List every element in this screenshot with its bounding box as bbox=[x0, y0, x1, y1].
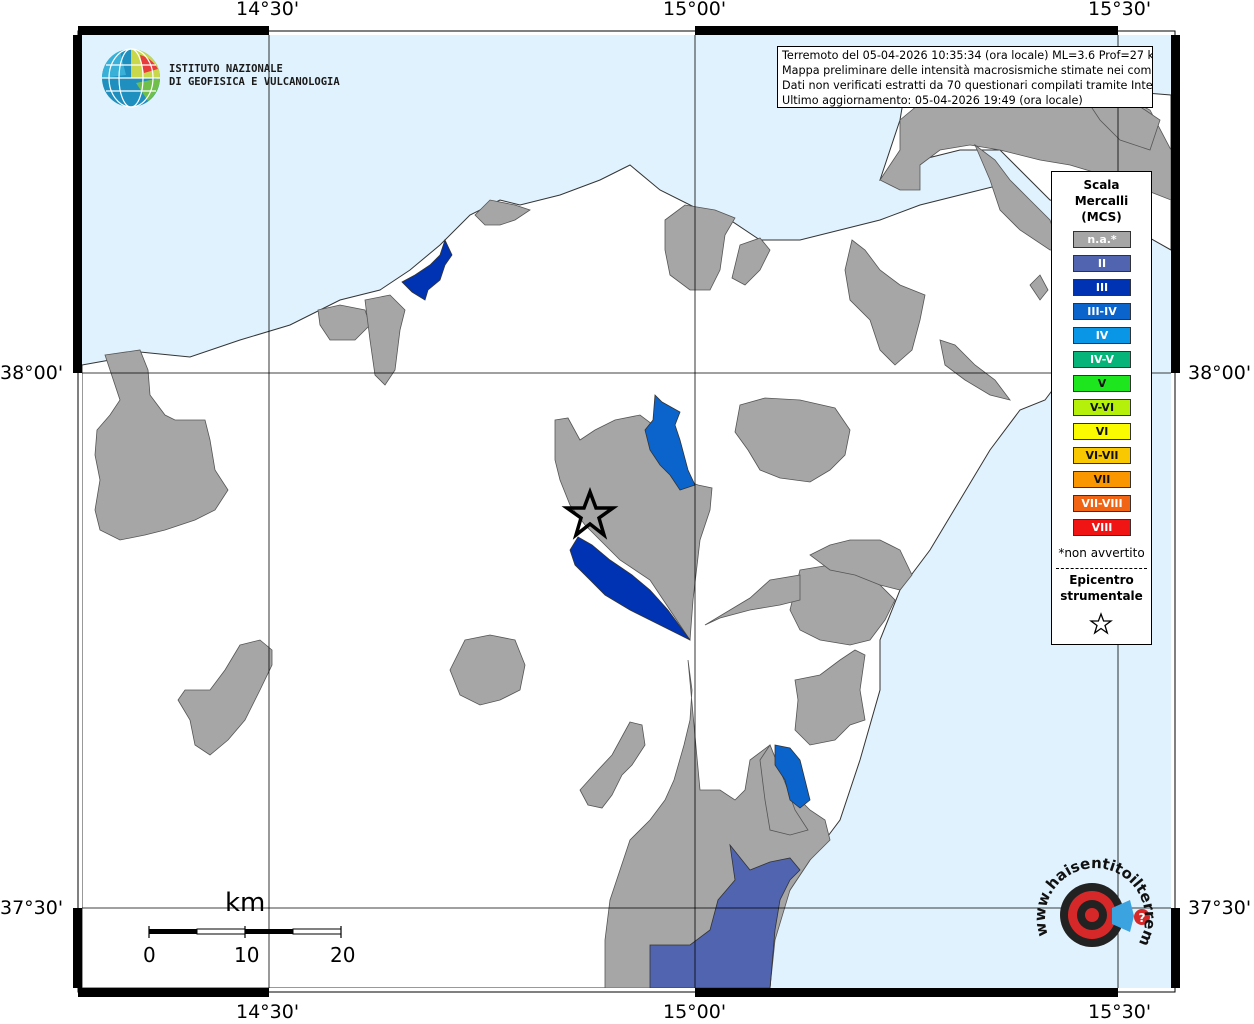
lon-tick-bottom-1: 14°30' bbox=[236, 1001, 300, 1023]
legend-title-line-1: Scala bbox=[1083, 178, 1120, 192]
lon-tick-bottom-3: 15°30' bbox=[1088, 1001, 1152, 1023]
ingv-name-line-1: ISTITUTO NAZIONALE bbox=[169, 63, 283, 75]
ingv-globe-logo-icon bbox=[101, 48, 160, 108]
lat-tick-right-1: 38°00' bbox=[1188, 362, 1252, 384]
legend-swatch-0: n.a.* bbox=[1073, 231, 1131, 248]
legend-swatch-3: III-IV bbox=[1073, 303, 1131, 320]
legend-swatch-11: VII-VIII bbox=[1073, 495, 1131, 512]
scale-label-20: 20 bbox=[330, 943, 356, 967]
scale-label-10: 10 bbox=[234, 943, 260, 967]
legend-swatch-10: VII bbox=[1073, 471, 1131, 488]
scale-unit: km bbox=[225, 888, 266, 918]
legend-epicenter-line-1: Epicentro bbox=[1069, 573, 1134, 587]
event-info-line-1: Terremoto del 05-04-2026 10:35:34 (ora l… bbox=[782, 49, 1153, 62]
event-info-line-4: Ultimo aggiornamento: 05-04-2026 19:49 (… bbox=[782, 94, 1083, 107]
lat-tick-right-2: 37°30' bbox=[1188, 897, 1252, 919]
legend-epicenter-line-2: strumentale bbox=[1060, 589, 1143, 603]
haisentitoilterremoto-logo-icon: ? www.haisentitoilterremoto.it bbox=[1030, 850, 1159, 949]
legend-title: Scala Mercalli (MCS) bbox=[1052, 177, 1151, 225]
legend-swatch-5: IV-V bbox=[1073, 351, 1131, 368]
mcs-legend: Scala Mercalli (MCS) n.a.* II III III-IV IV I… bbox=[1051, 171, 1152, 645]
event-info-line-3: Dati non verificati estratti da 70 quest… bbox=[782, 79, 1153, 92]
ingv-name: ISTITUTO NAZIONALE DI GEOFISICA E VULCAN… bbox=[169, 63, 340, 89]
legend-title-line-2: Mercalli bbox=[1074, 194, 1129, 208]
legend-swatch-8: VI bbox=[1073, 423, 1131, 440]
scale-bar: km 0 10 20 bbox=[140, 888, 370, 968]
legend-swatch-1: II bbox=[1073, 255, 1131, 272]
legend-swatch-7: V-VI bbox=[1073, 399, 1131, 416]
lon-tick-bottom-2: 15°00' bbox=[663, 1001, 727, 1023]
ingv-name-line-2: DI GEOFISICA E VULCANOLOGIA bbox=[169, 76, 340, 88]
legend-swatch-9: VI-VII bbox=[1073, 447, 1131, 464]
legend-epicenter-label: Epicentro strumentale bbox=[1052, 572, 1151, 604]
event-info-box: Terremoto del 05-04-2026 10:35:34 (ora l… bbox=[777, 46, 1153, 108]
lon-tick-top-1: 14°30' bbox=[236, 0, 300, 20]
legend-swatch-4: IV bbox=[1073, 327, 1131, 344]
legend-swatch-2: III bbox=[1073, 279, 1131, 296]
event-info-line-2: Mappa preliminare delle intensità macros… bbox=[782, 64, 1153, 77]
legend-title-line-3: (MCS) bbox=[1081, 210, 1122, 224]
scale-label-0: 0 bbox=[143, 943, 156, 967]
lat-tick-left-1: 38°00' bbox=[0, 362, 64, 384]
legend-note: *non avvertito bbox=[1058, 546, 1145, 560]
lon-tick-top-2: 15°00' bbox=[663, 0, 727, 20]
lon-tick-top-3: 15°30' bbox=[1088, 0, 1152, 20]
lat-tick-left-2: 37°30' bbox=[0, 897, 64, 919]
legend-separator bbox=[1056, 568, 1147, 569]
legend-star-icon bbox=[1089, 612, 1113, 635]
legend-swatch-12: VIII bbox=[1073, 519, 1131, 536]
legend-swatch-6: V bbox=[1073, 375, 1131, 392]
